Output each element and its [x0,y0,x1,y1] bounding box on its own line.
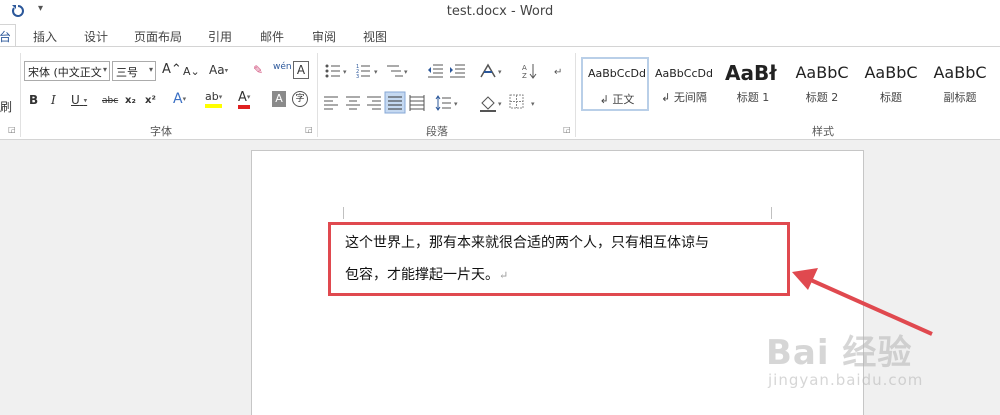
margin-corner-left [343,207,344,219]
svg-text:▾: ▾ [343,68,347,76]
tab-home[interactable]: 台 [0,24,17,46]
shrink-font-button[interactable]: A⌄ [183,64,200,80]
style-subtitle[interactable]: AaBbC 副标题 [926,57,994,111]
baidu-watermark: Bai 经验 jingyan.baidu.com [766,333,924,389]
tab-mailings[interactable]: 邮件 [260,28,284,45]
character-border-icon[interactable]: A [293,61,309,79]
font-name-select[interactable]: 宋体 (中文正文 ▾ [24,61,110,81]
tab-review[interactable]: 审阅 [312,28,336,45]
chevron-down-icon: ▾ [102,65,107,74]
subscript-button[interactable]: x₂ [125,93,136,109]
highlight-color-button[interactable]: ab▾ [205,90,223,108]
tab-insert[interactable]: 插入 [33,28,57,45]
format-painter-label[interactable]: 刷 [0,99,12,115]
character-shading-button[interactable]: A [272,91,286,107]
underline-button[interactable]: U ▾ [71,92,87,109]
svg-text:▾: ▾ [454,100,458,108]
style-title[interactable]: AaBbC 标题 [857,57,925,111]
italic-button[interactable]: I [51,92,56,108]
title-bar: ▾ test.docx - Word [0,0,1000,24]
font-launcher-icon[interactable]: ◲ [305,125,313,134]
tab-references[interactable]: 引用 [208,28,232,45]
group-separator [317,53,318,137]
numbering-icon[interactable]: 123 [356,64,370,80]
text-highlight-box [328,222,790,296]
svg-text:▾: ▾ [498,100,502,108]
group-separator [575,53,576,137]
clear-format-icon[interactable]: ✎ [253,62,263,78]
bullets-icon[interactable] [325,64,341,78]
svg-text:3: 3 [356,74,359,80]
style-no-spacing[interactable]: AaBbCcDd ↲ 无间隔 [650,57,718,111]
paragraph-launcher-icon[interactable]: ◲ [563,125,571,134]
borders-icon[interactable] [509,94,524,109]
chevron-down-icon: ▾ [148,65,153,74]
tab-layout[interactable]: 页面布局 [134,28,182,45]
clipboard-launcher-icon[interactable]: ◲ [8,125,16,134]
svg-text:▾: ▾ [498,68,502,76]
justify-icon[interactable] [384,91,406,114]
strikethrough-button[interactable]: abc [102,93,118,109]
style-heading-1[interactable]: AaBł 标题 1 [719,57,787,111]
tab-view[interactable]: 视图 [363,28,387,45]
decrease-indent-icon[interactable] [428,64,443,78]
margin-corner-right [771,207,772,219]
sort-icon[interactable]: AZ [522,64,537,80]
text-effects-button[interactable]: A▾ [173,91,186,107]
style-normal[interactable]: AaBbCcDd ↲ 正文 [581,57,649,111]
svg-text:▾: ▾ [374,68,378,76]
window-title: test.docx - Word [446,4,554,19]
group-separator [20,53,21,137]
style-heading-2[interactable]: AaBbC 标题 2 [788,57,856,111]
change-case-button[interactable]: Aa▾ [209,62,228,79]
paint-bucket-icon[interactable] [480,96,496,112]
tab-design[interactable]: 设计 [84,28,108,45]
phonetic-guide-icon[interactable]: wén [273,59,292,75]
ribbon-tabs: 台 插入 设计 页面布局 引用 邮件 审阅 视图 [0,24,1000,46]
asian-layout-icon[interactable] [480,63,496,78]
font-size-select[interactable]: 三号 ▾ [112,61,156,81]
styles-group-label: 样式 [812,125,834,138]
paragraph-group-label: 段落 [426,125,448,138]
grow-font-button[interactable]: A⌃ [162,62,182,78]
paragraph-tools: ▾ 123 ▾ ▾ ▾ AZ ↵ ▾ ▾ ▾ [324,63,562,114]
align-right-icon[interactable] [367,96,381,110]
line-spacing-icon[interactable] [435,95,451,111]
font-group-label: 字体 [150,125,172,138]
svg-text:▾: ▾ [404,68,408,76]
svg-text:A: A [522,64,527,72]
svg-text:▾: ▾ [531,100,535,108]
superscript-button[interactable]: x² [145,93,156,109]
increase-indent-icon[interactable] [450,64,465,78]
font-color-button[interactable]: A▾ [238,90,251,109]
multilevel-list-icon[interactable] [387,65,403,77]
show-marks-icon[interactable]: ↵ [554,67,562,78]
align-left-icon[interactable] [324,96,338,110]
svg-text:Z: Z [522,72,527,80]
bold-button[interactable]: B [29,92,38,108]
distributed-icon[interactable] [409,95,425,111]
enclose-characters-button[interactable]: 字 [292,91,308,107]
align-center-icon[interactable] [346,96,360,110]
